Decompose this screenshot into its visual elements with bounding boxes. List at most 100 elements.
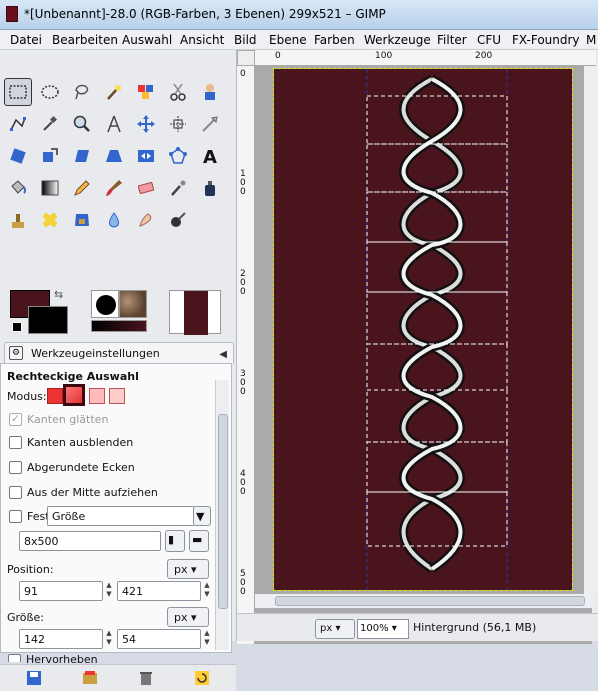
canvas-horizontal-scrollbar[interactable] [255,594,596,608]
paintbrush-icon[interactable] [100,174,128,202]
scale-icon[interactable] [36,142,64,170]
mode-intersect-button[interactable] [109,388,125,404]
lasso-tool[interactable] [68,78,96,106]
size-height-spinner-icon[interactable]: ▲ ▼ [202,629,212,649]
size-unit-select[interactable]: px ▾ [167,607,209,627]
eraser-icon[interactable] [132,174,160,202]
pencil-icon[interactable] [68,174,96,202]
position-x-spinner-icon[interactable]: ▲ ▼ [104,581,114,601]
default-colors-icon[interactable] [12,322,22,332]
mode-add-button[interactable] [63,384,85,406]
tab-menu-icon[interactable]: ◀ [219,349,227,360]
tool-options-scroll-thumb[interactable] [218,414,228,609]
shear-icon[interactable] [68,142,96,170]
position-y-spinner-icon[interactable]: ▲ ▼ [202,581,212,601]
mode-subtract-button[interactable] [89,388,105,404]
menu-auswahl[interactable]: Auswahl [122,33,172,47]
align-icon[interactable] [164,110,192,138]
pattern-preview[interactable] [119,290,147,318]
feather-checkbox[interactable] [9,436,22,449]
highlight-checkbox[interactable] [8,654,21,662]
position-unit-select[interactable]: px ▾ [167,559,209,579]
size-width-spinner-icon[interactable]: ▲ ▼ [104,629,114,649]
tool-options-scrollbar[interactable] [215,380,229,650]
image-canvas[interactable] [273,68,573,591]
unit-select[interactable]: px ▾ [315,619,355,639]
menu-werkzeuge[interactable]: Werkzeuge [364,33,431,47]
rect-select-tool[interactable] [4,78,32,106]
ink-icon[interactable] [196,174,224,202]
antialias-checkbox[interactable] [9,412,22,426]
size-width-input[interactable]: 142 [19,629,103,649]
fuzzy-select-icon[interactable] [100,78,128,106]
dodge-burn-icon[interactable] [164,206,192,234]
fixed-value-input[interactable]: 8x500 [19,531,161,551]
svg-text:A: A [203,147,217,166]
landscape-toggle-icon[interactable]: ▬ [189,530,209,552]
quick-mask-corner-button[interactable] [237,50,255,66]
crop-icon[interactable] [196,110,224,138]
size-height-input[interactable]: 54 [117,629,201,649]
menu-farben[interactable]: Farben [314,33,355,47]
rounded-corners-checkbox[interactable] [9,461,22,474]
menu-datei[interactable]: Datei [10,33,42,47]
perspective-clone-icon[interactable] [68,206,96,234]
blend-icon[interactable] [36,174,64,202]
ellipse-select-tool[interactable] [36,78,64,106]
menu-ebene[interactable]: Ebene [269,33,307,47]
zoom-icon[interactable] [68,110,96,138]
measure-icon[interactable] [100,110,128,138]
fixed-checkbox[interactable] [9,510,22,523]
move-icon[interactable] [132,110,160,138]
menu-cfu[interactable]: CFU [477,33,501,47]
rotate-icon[interactable] [4,142,32,170]
expand-from-center-checkbox[interactable] [9,486,22,499]
color-picker-icon[interactable] [36,110,64,138]
active-image-thumbnail[interactable] [169,290,221,335]
canvas-vertical-scrollbar[interactable] [584,66,598,594]
menu-ansicht[interactable]: Ansicht [180,33,224,47]
swap-colors-icon[interactable]: ⇆ [54,288,63,301]
paths-tool-icon[interactable] [4,110,32,138]
mode-replace-button[interactable] [47,388,63,404]
menu-more[interactable]: M [586,33,596,47]
gradient-preview[interactable] [91,320,147,332]
fixed-mode-select[interactable]: Größe [47,506,195,526]
tab-tool-options[interactable]: ⚙ Werkzeugeinstellungen ◀ [4,342,234,364]
flip-icon[interactable] [132,142,160,170]
zoom-select[interactable]: 100% ▾ [357,619,409,639]
bucket-fill-icon[interactable] [4,174,32,202]
heal-icon[interactable] [36,206,64,234]
expand-from-center-label: Aus der Mitte aufziehen [27,486,158,499]
vertical-ruler[interactable]: 0 100 200 300 400 500 [237,66,255,644]
background-color-swatch[interactable] [28,306,68,334]
menu-filter[interactable]: Filter [437,33,467,47]
save-options-icon[interactable] [26,670,42,686]
position-y-input[interactable]: 421 [117,581,201,601]
text-tool-icon[interactable]: A [196,142,224,170]
blur-icon[interactable] [100,206,128,234]
menu-bild[interactable]: Bild [234,33,257,47]
horizontal-ruler[interactable]: 0 100 200 [255,50,596,66]
size-label: Größe: [7,611,44,624]
portrait-toggle-icon[interactable]: ▮ [165,530,185,552]
select-by-color-icon[interactable] [132,78,160,106]
canvas-hscroll-thumb[interactable] [275,596,585,606]
position-x-input[interactable]: 91 [19,581,103,601]
foreground-select-icon[interactable] [196,78,224,106]
menu-fx-foundry[interactable]: FX-Foundry [512,33,580,47]
tool-options-icon: ⚙ [9,346,23,360]
smudge-icon[interactable] [132,206,160,234]
perspective-icon[interactable] [100,142,128,170]
brush-preview[interactable] [91,290,119,318]
window-title: *[Unbenannt]-28.0 (RGB-Farben, 3 Ebenen)… [24,7,386,21]
airbrush-icon[interactable] [164,174,192,202]
delete-options-icon[interactable] [138,670,154,686]
reset-options-icon[interactable] [194,670,210,686]
restore-options-icon[interactable] [82,670,98,686]
menu-bearbeiten[interactable]: Bearbeiten [52,33,118,47]
clone-icon[interactable] [4,206,32,234]
scissors-icon[interactable] [164,78,192,106]
fixed-dropdown-arrow-icon[interactable]: ▼ [193,506,211,526]
cage-transform-icon[interactable] [164,142,192,170]
